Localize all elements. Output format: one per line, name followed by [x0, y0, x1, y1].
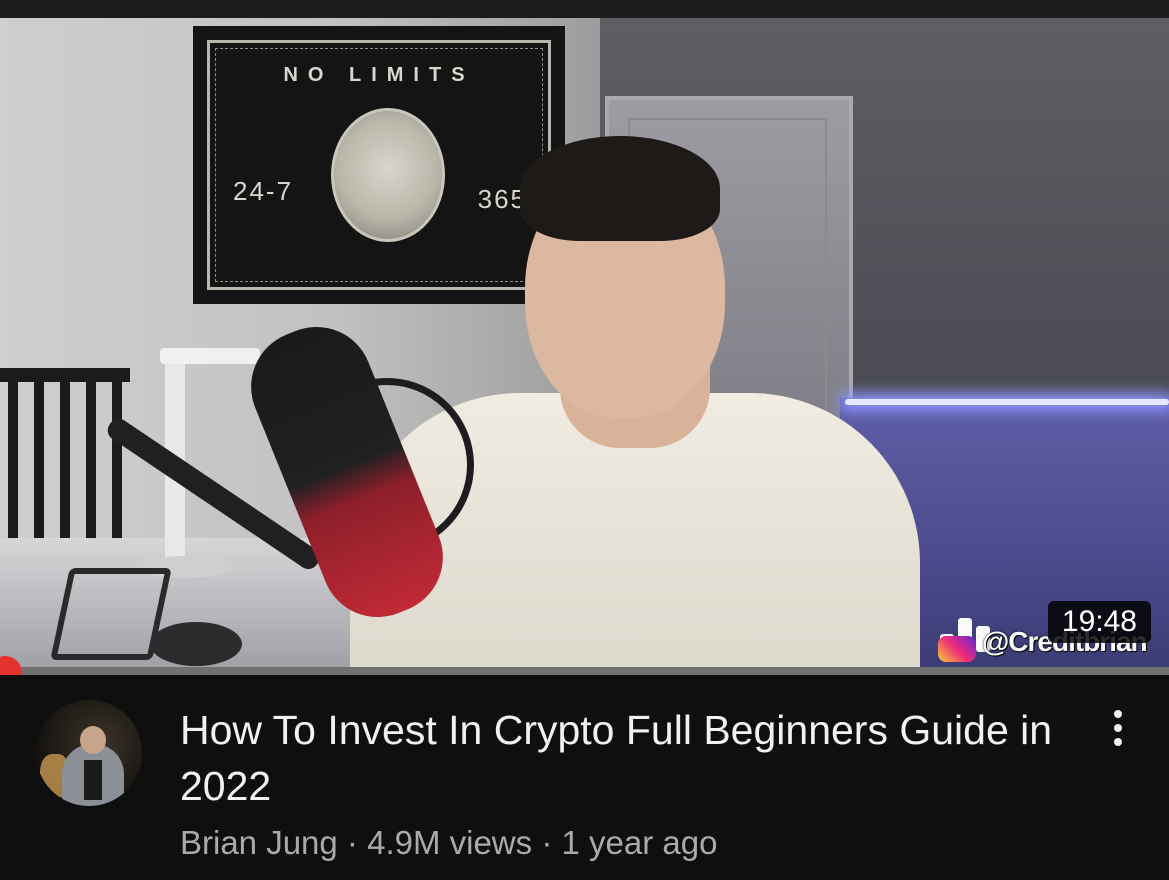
progress-bar[interactable]: [0, 667, 1169, 675]
view-count: 4.9M views: [367, 824, 533, 861]
crib-bar: [86, 382, 96, 547]
mouse: [150, 622, 242, 666]
instagram-icon: [938, 636, 976, 662]
channel-avatar[interactable]: [36, 700, 142, 806]
video-thumbnail[interactable]: NO LIMITS 24-7 365 @Creditbrian 19:48: [0, 18, 1169, 670]
avatar-shirt: [84, 760, 102, 800]
wall-poster: NO LIMITS 24-7 365: [193, 26, 565, 304]
crib-rail: [0, 368, 130, 382]
channel-name[interactable]: Brian Jung: [180, 824, 338, 861]
status-strip: [0, 0, 1169, 18]
duration-badge: 19:48: [1047, 601, 1151, 643]
avatar-head: [80, 726, 106, 754]
crib-bar: [8, 382, 18, 547]
poster-title: NO LIMITS: [283, 64, 475, 86]
poster-coin: [331, 108, 445, 242]
meta-separator: ·: [532, 824, 562, 861]
led-strip: [845, 399, 1169, 405]
crib-bar: [112, 382, 122, 547]
poster-left-text: 24-7: [233, 176, 294, 206]
video-title[interactable]: How To Invest In Crypto Full Beginners G…: [180, 702, 1060, 814]
crib-bar: [34, 382, 44, 547]
crib-bar: [60, 382, 70, 547]
video-metadata: Brian Jung · 4.9M views · 1 year ago: [180, 822, 717, 864]
more-vert-icon[interactable]: [1098, 706, 1138, 750]
meta-separator: ·: [337, 824, 368, 861]
upload-age: 1 year ago: [561, 824, 718, 861]
person-hair: [520, 136, 720, 241]
lamp-head: [160, 348, 260, 364]
